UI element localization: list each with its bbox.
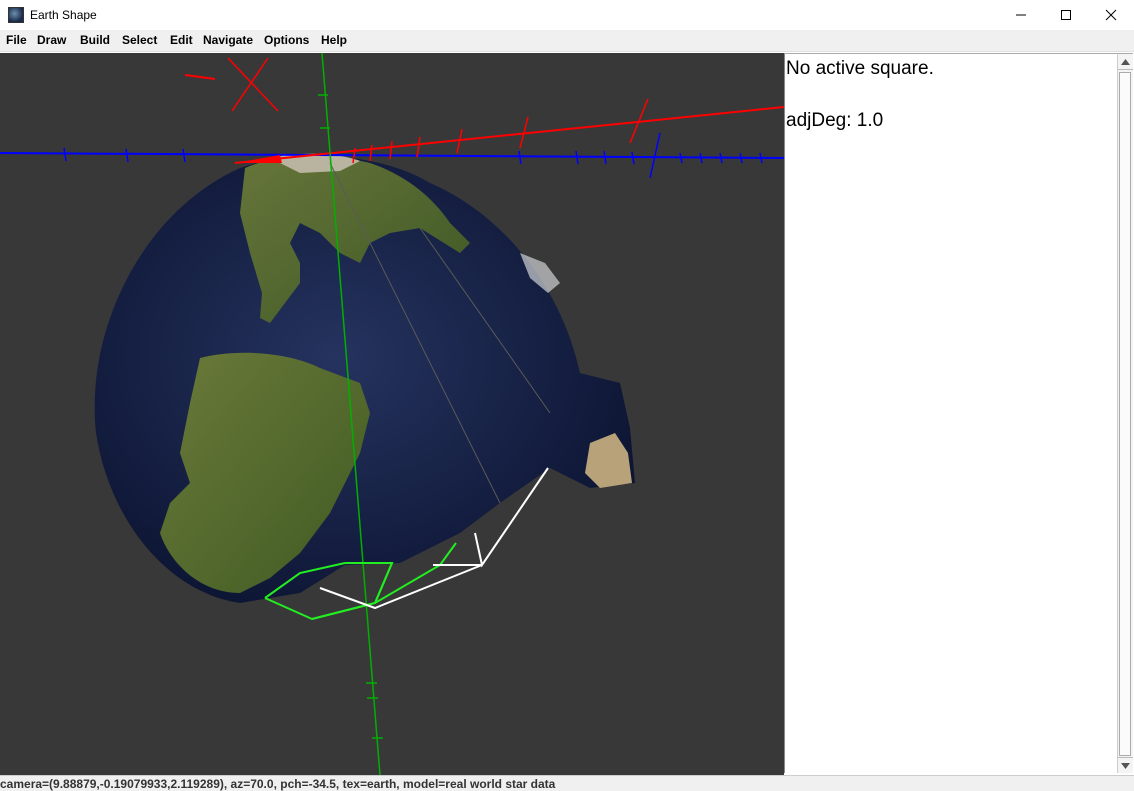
scroll-up-button[interactable]	[1118, 54, 1133, 70]
active-square-status: No active square.	[786, 58, 934, 79]
menu-draw[interactable]: Draw	[37, 33, 66, 47]
maximize-button[interactable]	[1043, 0, 1089, 30]
adj-deg-value: adjDeg: 1.0	[786, 110, 884, 131]
scroll-down-button[interactable]	[1118, 757, 1133, 773]
earth-app-icon	[8, 7, 24, 23]
chevron-down-icon	[1121, 762, 1130, 769]
camera-status: camera=(9.88879,-0.19079933,2.119289), a…	[0, 777, 556, 791]
menu-options[interactable]: Options	[264, 33, 309, 47]
minimize-icon	[1016, 14, 1026, 16]
3d-viewport[interactable]	[0, 53, 784, 775]
info-panel: No active square. adjDeg: 1.0	[784, 53, 1117, 773]
close-button[interactable]	[1088, 0, 1134, 30]
maximize-icon	[1061, 10, 1071, 20]
chevron-up-icon	[1121, 58, 1130, 65]
vertical-scrollbar[interactable]	[1117, 53, 1133, 773]
close-icon	[1105, 9, 1117, 21]
menu-select[interactable]: Select	[122, 33, 157, 47]
window-title: Earth Shape	[30, 8, 97, 22]
minimize-button[interactable]	[998, 0, 1044, 30]
menu-help[interactable]: Help	[321, 33, 347, 47]
status-bar: camera=(9.88879,-0.19079933,2.119289), a…	[0, 775, 1134, 791]
menu-file[interactable]: File	[6, 33, 27, 47]
menu-build[interactable]: Build	[80, 33, 110, 47]
earth-scene[interactable]	[0, 53, 784, 775]
x-axis	[184, 57, 784, 164]
menu-navigate[interactable]: Navigate	[203, 33, 253, 47]
menu-bar: File Draw Build Select Edit Navigate Opt…	[0, 30, 1134, 52]
title-bar: Earth Shape	[0, 0, 1134, 30]
scroll-track[interactable]	[1119, 72, 1131, 756]
menu-edit[interactable]: Edit	[170, 33, 193, 47]
